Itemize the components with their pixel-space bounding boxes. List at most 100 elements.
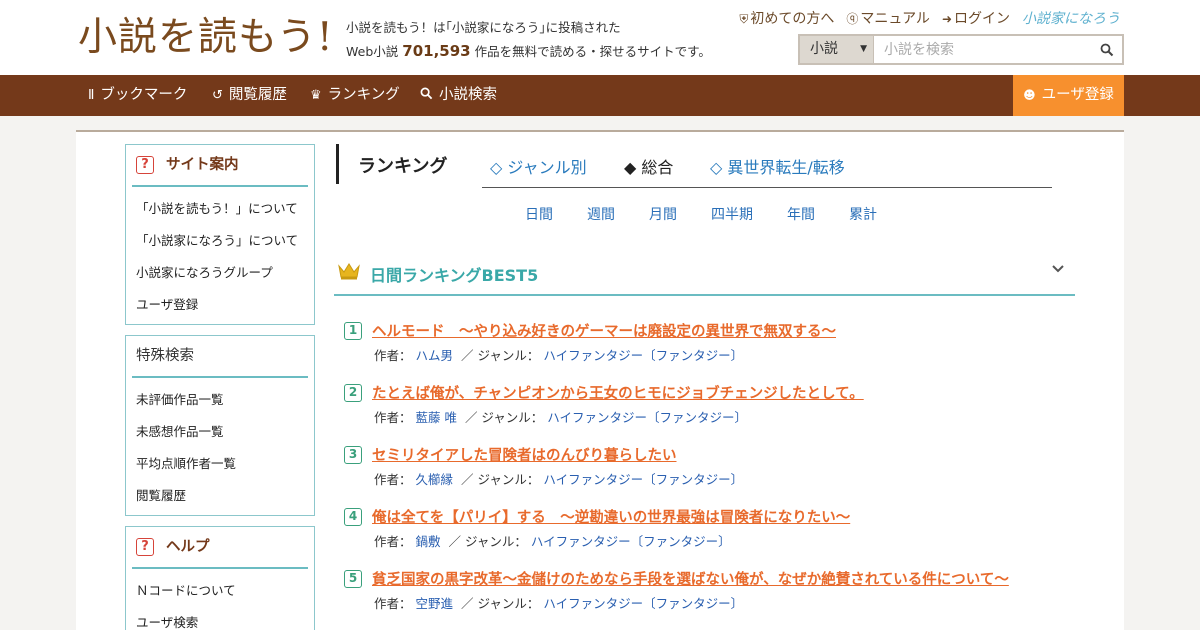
period-daily[interactable]: 日間 (525, 204, 553, 224)
search-button[interactable] (1092, 36, 1122, 63)
login-link[interactable]: ➜ ログイン (942, 8, 1010, 28)
genre-label: ／ ジャンル： (464, 410, 544, 425)
help-title-text: ヘルプ (166, 539, 210, 555)
author-label: 作者： (374, 472, 412, 487)
novel-title-link[interactable]: セミリタイアした冒険者はのんびり暮らしたい (372, 444, 677, 465)
manual-label: マニュアル (860, 11, 930, 27)
special-search-title: 特殊検索 (132, 336, 308, 378)
site-guide-title: ? サイト案内 (132, 145, 308, 187)
nav-ranking-label: ランキング (327, 87, 400, 103)
ranking-title: ランキング (358, 156, 448, 177)
manual-link[interactable]: ⓠ マニュアル (846, 8, 930, 28)
sidebar-item-about-yomou[interactable]: 「小説を読もう！」について (126, 193, 314, 225)
author-label: 作者： (374, 596, 412, 611)
author-link[interactable]: ハム男 (416, 348, 454, 363)
first-time-link[interactable]: ⛨ 初めての方へ (739, 8, 834, 28)
period-monthly[interactable]: 月間 (649, 204, 677, 224)
narou-logo[interactable]: 小説家になろう (1022, 8, 1120, 28)
nav-history-label: 閲覧履歴 (228, 87, 287, 103)
search-icon (1100, 43, 1114, 56)
search-bar: 小説 ▼ (798, 34, 1124, 65)
novel-title-link[interactable]: ヘルモード ～やり込み好きのゲーマーは廃設定の異世界で無双する～ (372, 320, 836, 341)
tab-overall[interactable]: ◆ 総合 (624, 154, 673, 178)
tagline-prefix: Web小説 (346, 44, 399, 59)
genre-link[interactable]: ハイファンタジー〔ファンタジー〕 (543, 472, 743, 487)
rank-number: 1 (344, 322, 362, 340)
sidebar-item-user-register[interactable]: ユーザ登録 (126, 289, 314, 321)
genre-link[interactable]: ハイファンタジー〔ファンタジー〕 (547, 410, 747, 425)
novel-title-link[interactable]: 貧乏国家の黒字改革〜金儲けのためなら手段を選ばない俺が、なぜか絶賛されている件に… (372, 568, 1009, 589)
chevron-down-icon[interactable] (1051, 262, 1065, 276)
nav-ranking[interactable]: ♛ ランキング (310, 75, 400, 116)
period-quarterly[interactable]: 四半期 (711, 204, 753, 224)
nav-search[interactable]: 小説検索 (420, 75, 497, 116)
period-weekly[interactable]: 週間 (587, 204, 615, 224)
user-icon: ☻ (1023, 88, 1036, 102)
ranking-entry: 5 貧乏国家の黒字改革〜金儲けのためなら手段を選ばない俺が、なぜか絶賛されている… (344, 568, 1084, 618)
search-type-select[interactable]: 小説 ▼ (800, 36, 874, 63)
sidebar-item-unrated[interactable]: 未評価作品一覧 (126, 384, 314, 416)
period-total[interactable]: 累計 (849, 204, 877, 224)
rank-number: 4 (344, 508, 362, 526)
ranking-header: ランキング ◇ ジャンル別 ◆ 総合 ◇ 異世界転生/転移 (334, 144, 1074, 186)
author-label: 作者： (374, 348, 412, 363)
tab-divider (482, 187, 1052, 188)
author-link[interactable]: 空野進 (416, 596, 454, 611)
site-logo[interactable]: 小説を読もう! (78, 14, 334, 62)
rank-number: 2 (344, 384, 362, 402)
author-label: 作者： (374, 534, 412, 549)
chevron-down-icon: ▼ (860, 44, 867, 54)
ranking-entry: 3 セミリタイアした冒険者はのんびり暮らしたい 作者： 久櫛縁 ／ ジャンル： … (344, 444, 1084, 494)
help-box: ? ヘルプ Ｎコードについて ユーザ検索 (125, 526, 315, 630)
rank-number: 5 (344, 570, 362, 588)
login-icon: ➜ (941, 12, 952, 26)
sidebar-item-user-search[interactable]: ユーザ検索 (126, 607, 314, 630)
novel-meta: 作者： ハム男 ／ ジャンル： ハイファンタジー〔ファンタジー〕 (374, 345, 743, 364)
best5-title: 日間ランキングBEST5 (370, 266, 539, 285)
main-container: ? サイト案内 「小説を読もう！」について 「小説家になろう」について 小説家に… (76, 130, 1124, 630)
site-guide-title-text: サイト案内 (166, 157, 239, 173)
genre-label: ／ ジャンル： (448, 534, 527, 549)
site-header: 小説を読もう! 小説を読もう！は｢小説家になろう｣に投稿された Web小説 701… (0, 0, 1200, 75)
sidebar-item-no-reviews[interactable]: 未感想作品一覧 (126, 416, 314, 448)
sidebar-item-avg-authors[interactable]: 平均点順作者一覧 (126, 448, 314, 480)
sidebar-item-narou-group[interactable]: 小説家になろうグループ (126, 257, 314, 289)
sidebar-item-history[interactable]: 閲覧履歴 (126, 480, 314, 512)
crown-icon (338, 263, 360, 280)
genre-link[interactable]: ハイファンタジー〔ファンタジー〕 (531, 534, 731, 549)
history-icon: ↺ (212, 88, 223, 103)
question-circle-icon: ⓠ (846, 12, 859, 26)
author-link[interactable]: 鍋敷 (416, 534, 441, 549)
nav-history[interactable]: ↺ 閲覧履歴 (212, 75, 287, 116)
first-time-label: 初めての方へ (750, 11, 835, 27)
question-icon: ? (136, 156, 154, 174)
nav-bookmark[interactable]: Ⅱ ブックマーク (88, 75, 187, 116)
shield-icon: ⛨ (739, 12, 749, 26)
genre-link[interactable]: ハイファンタジー〔ファンタジー〕 (543, 596, 743, 611)
tab-isekai[interactable]: ◇ 異世界転生/転移 (710, 154, 845, 178)
tab-genre[interactable]: ◇ ジャンル別 (490, 154, 587, 178)
best5-header[interactable]: 日間ランキングBEST5 (334, 250, 1075, 296)
heading-bar (336, 144, 339, 184)
ranking-entry: 4 俺は全てを【パリイ】する 〜逆勘違いの世界最強は冒険者になりたい〜 作者： … (344, 506, 1084, 556)
rank-number: 3 (344, 446, 362, 464)
register-button[interactable]: ☻ ユーザ登録 (1013, 75, 1124, 116)
search-input[interactable] (874, 36, 1092, 63)
question-icon: ? (136, 538, 154, 556)
tagline-suffix: 作品を無料で読める・探せるサイトです。 (474, 44, 711, 59)
novel-meta: 作者： 空野進 ／ ジャンル： ハイファンタジー〔ファンタジー〕 (374, 593, 743, 612)
novel-title-link[interactable]: たとえば俺が、チャンピオンから王女のヒモにジョブチェンジしたとして。 (372, 382, 864, 403)
novel-title-link[interactable]: 俺は全てを【パリイ】する 〜逆勘違いの世界最強は冒険者になりたい〜 (372, 506, 850, 527)
sidebar-item-about-narou[interactable]: 「小説家になろう」について (126, 225, 314, 257)
genre-label: ／ ジャンル： (460, 472, 540, 487)
ranking-entry: 1 ヘルモード ～やり込み好きのゲーマーは廃設定の異世界で無双する～ 作者： ハ… (344, 320, 1084, 370)
genre-label: ／ ジャンル： (460, 348, 540, 363)
genre-link[interactable]: ハイファンタジー〔ファンタジー〕 (543, 348, 743, 363)
novel-meta: 作者： 藍藤 唯 ／ ジャンル： ハイファンタジー〔ファンタジー〕 (374, 407, 747, 426)
sidebar-item-ncode[interactable]: Ｎコードについて (126, 575, 314, 607)
help-title: ? ヘルプ (132, 527, 308, 569)
period-yearly[interactable]: 年間 (787, 204, 815, 224)
author-link[interactable]: 藍藤 唯 (416, 410, 457, 425)
author-link[interactable]: 久櫛縁 (416, 472, 454, 487)
nav-bookmark-label: ブックマーク (100, 87, 188, 103)
